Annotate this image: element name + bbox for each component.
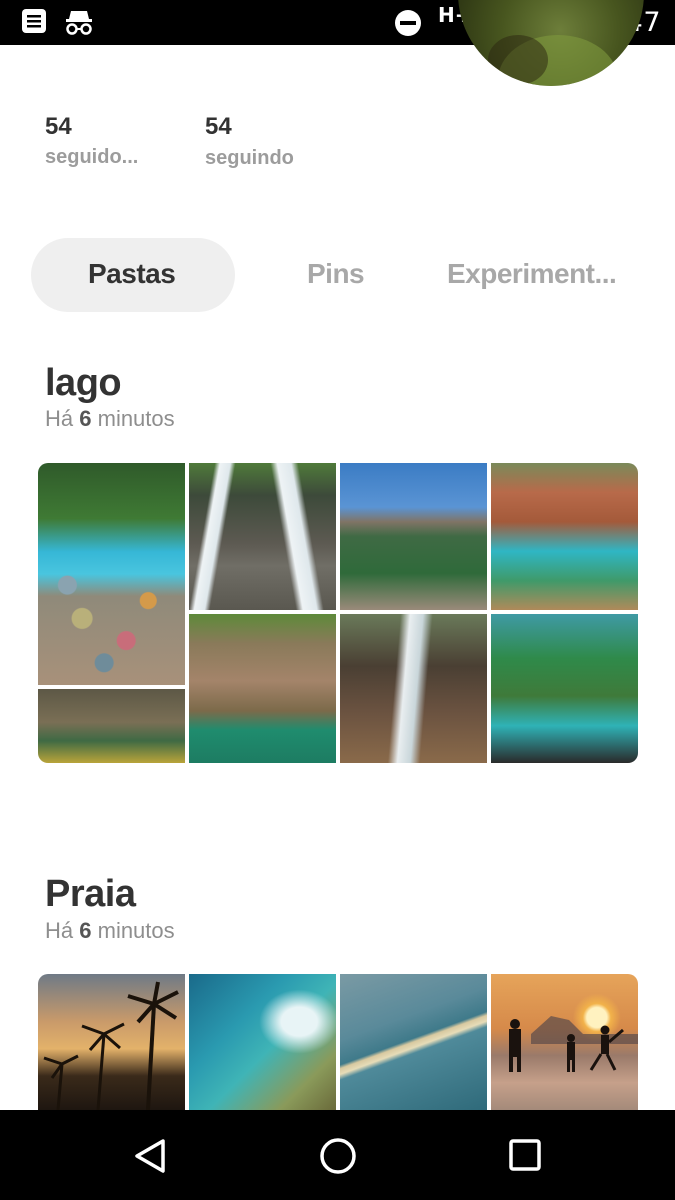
followers-label[interactable]: seguido...	[45, 146, 138, 169]
board-updated: Há 6 minutos	[45, 406, 175, 432]
pin-image	[491, 974, 638, 1110]
board-updated-suffix: minutos	[91, 918, 175, 943]
following-label[interactable]: seguindo	[205, 147, 294, 170]
home-icon[interactable]	[319, 1137, 357, 1180]
board-title[interactable]: lago	[45, 362, 122, 405]
board-title[interactable]: Praia	[45, 873, 136, 916]
pin-image	[340, 614, 487, 763]
avatar[interactable]	[458, 0, 644, 86]
pin-image	[491, 614, 638, 763]
pin-image	[38, 463, 185, 685]
board-updated-suffix: minutos	[91, 406, 175, 431]
incognito-icon	[64, 7, 94, 42]
dnd-icon	[394, 9, 422, 42]
board-cover-praia[interactable]	[38, 974, 638, 1110]
pin-image	[491, 463, 638, 610]
followers-count[interactable]: 54	[45, 113, 72, 141]
back-icon[interactable]	[133, 1138, 167, 1179]
pin-image	[189, 974, 336, 1110]
board-updated-prefix: Há	[45, 406, 80, 431]
board-cover-lago[interactable]	[38, 463, 638, 763]
recents-icon[interactable]	[509, 1139, 541, 1176]
pin-image	[189, 614, 336, 763]
pin-image	[340, 974, 487, 1110]
pin-image	[38, 974, 185, 1110]
pin-image	[38, 689, 185, 763]
board-updated: Há 6 minutos	[45, 918, 175, 944]
pin-image	[189, 463, 336, 610]
board-updated-number: 6	[79, 406, 92, 431]
board-updated-number: 6	[79, 918, 92, 943]
board-updated-prefix: Há	[45, 918, 80, 943]
tab-experimentos[interactable]: Experiment...	[447, 258, 617, 290]
following-count[interactable]: 54	[205, 113, 232, 141]
navigation-bar	[0, 1110, 675, 1200]
pin-image	[340, 463, 487, 610]
tab-pastas[interactable]: Pastas	[88, 258, 176, 290]
tab-pins[interactable]: Pins	[307, 258, 365, 290]
notification-icon	[21, 8, 47, 39]
